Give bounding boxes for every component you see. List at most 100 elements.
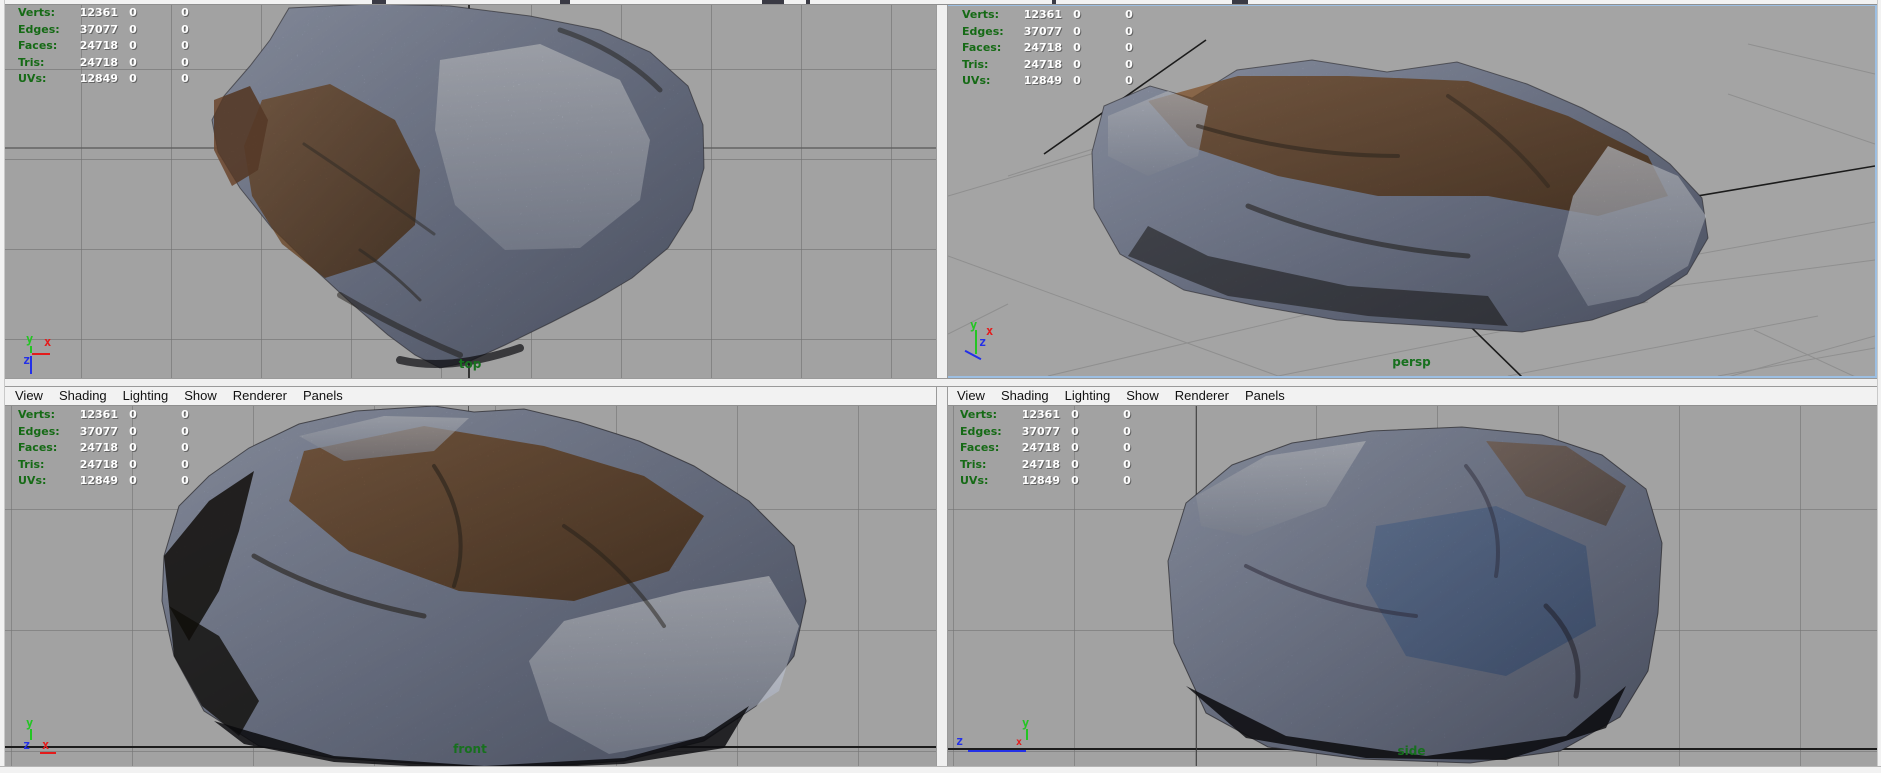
axis-gizmo: y x z <box>16 332 66 378</box>
hud-stat-col3: 0 <box>181 22 189 36</box>
hud-stat-col2: 0 <box>1071 424 1079 438</box>
hud-row: Faces: 24718 0 0 <box>14 441 199 458</box>
hud-stat-label: Faces: <box>962 41 1002 54</box>
clipped-menu-text-fragment <box>806 0 810 4</box>
axis-z-line <box>968 750 1026 752</box>
hud-row: Edges: 37077 0 0 <box>14 425 199 442</box>
menu-item[interactable]: View <box>15 388 43 403</box>
poly-count-hud: Verts: 12361 0 0 Edges: 37077 0 0 Faces:… <box>958 8 1143 91</box>
hud-stat-value: 24718 <box>1023 57 1062 71</box>
maya-four-view-window: Verts: 12361 0 0 Edges: 37077 0 0 Faces:… <box>0 0 1881 773</box>
clipped-menu-text-fragment <box>762 0 784 4</box>
hud-stat-label: UVs: <box>960 474 989 487</box>
clipped-top-menubar <box>0 0 1881 5</box>
axis-x-label: x <box>44 335 52 349</box>
hud-stat-value: 24718 <box>1021 441 1060 454</box>
hud-stat-value: 12361 <box>79 408 118 421</box>
hud-stat-col2: 0 <box>1071 408 1079 421</box>
menu-item[interactable]: Lighting <box>123 388 169 403</box>
hud-stat-label: Edges: <box>18 22 60 36</box>
hud-stat-label: Verts: <box>18 408 56 421</box>
axis-z-label: z <box>23 738 31 752</box>
view-label: side <box>1397 744 1426 758</box>
menu-item[interactable]: Shading <box>1001 388 1049 403</box>
hud-row: Tris: 24718 0 0 <box>958 58 1143 75</box>
menu-item[interactable]: Lighting <box>1065 388 1111 403</box>
view-label: front <box>453 742 487 756</box>
hud-stat-col2: 0 <box>129 55 137 69</box>
window-edge-left <box>0 0 5 773</box>
hud-stat-col3: 0 <box>181 72 189 85</box>
hud-row: Edges: 37077 0 0 <box>958 25 1143 42</box>
hud-stat-label: UVs: <box>18 72 47 85</box>
hud-stat-col3: 0 <box>181 424 189 438</box>
hud-stat-col3: 0 <box>1125 74 1133 87</box>
viewport-divider-horizontal[interactable] <box>0 378 1881 387</box>
hud-row: Verts: 12361 0 0 <box>956 408 1141 425</box>
hud-stat-col2: 0 <box>1073 57 1081 71</box>
hud-row: UVs: 12849 0 0 <box>958 74 1143 91</box>
menu-item[interactable]: Show <box>184 388 217 403</box>
viewport-top[interactable]: Verts: 12361 0 0 Edges: 37077 0 0 Faces:… <box>4 4 936 378</box>
hud-stat-value: 12361 <box>1023 8 1062 21</box>
axis-x-label: x <box>1016 737 1023 748</box>
menu-item[interactable]: Renderer <box>233 388 287 403</box>
viewport-side[interactable]: Verts: 12361 0 0 Edges: 37077 0 0 Faces:… <box>946 406 1877 766</box>
hud-stat-label: Edges: <box>18 424 60 438</box>
hud-stat-value: 24718 <box>79 39 118 52</box>
hud-stat-col2: 0 <box>1071 457 1079 471</box>
hud-stat-col3: 0 <box>1125 8 1133 21</box>
hud-stat-col2: 0 <box>129 424 137 438</box>
clipped-menu-text-fragment <box>560 0 570 4</box>
panel-side: View Shading Lighting Show Renderer Panels Ve… <box>946 385 1877 766</box>
hud-stat-label: Verts: <box>962 8 1000 21</box>
menu-item[interactable]: Show <box>1126 388 1159 403</box>
hud-row: UVs: 12849 0 0 <box>956 474 1141 491</box>
hud-stat-value: 24718 <box>1023 41 1062 54</box>
menu-item[interactable]: Panels <box>1245 388 1285 403</box>
hud-stat-label: Faces: <box>960 441 1000 454</box>
hud-stat-label: UVs: <box>962 74 991 87</box>
view-label: top <box>458 357 482 371</box>
hud-stat-value: 37077 <box>79 424 118 438</box>
menu-item[interactable]: View <box>957 388 985 403</box>
hud-stat-col3: 0 <box>181 441 189 454</box>
menu-item[interactable]: Renderer <box>1175 388 1229 403</box>
hud-stat-col2: 0 <box>129 39 137 52</box>
viewport-front[interactable]: Verts: 12361 0 0 Edges: 37077 0 0 Faces:… <box>4 406 936 766</box>
axis-y-line <box>30 729 32 740</box>
axis-y-line <box>1026 729 1028 740</box>
hud-stat-label: UVs: <box>18 474 47 487</box>
hud-stat-col3: 0 <box>1123 474 1131 487</box>
hud-stat-col2: 0 <box>1073 8 1081 21</box>
hud-row: Edges: 37077 0 0 <box>956 425 1141 442</box>
axis-y-label: y <box>26 332 34 346</box>
axis-x-line <box>32 353 50 355</box>
hud-stat-value: 12361 <box>79 6 118 19</box>
axis-gizmo: y x z <box>962 319 1012 370</box>
viewport-menubar: View Shading Lighting Show Renderer Panels <box>4 385 936 406</box>
poly-count-hud: Verts: 12361 0 0 Edges: 37077 0 0 Faces:… <box>14 408 199 491</box>
hud-row: Faces: 24718 0 0 <box>14 39 199 56</box>
hud-stat-value: 12361 <box>1021 408 1060 421</box>
axis-gizmo: y z x <box>16 716 76 764</box>
hud-stat-col2: 0 <box>1073 74 1081 87</box>
hud-stat-col2: 0 <box>1071 474 1079 487</box>
hud-stat-col2: 0 <box>129 408 137 421</box>
viewport-persp[interactable]: Verts: 12361 0 0 Edges: 37077 0 0 Faces:… <box>946 4 1877 378</box>
hud-stat-value: 24718 <box>79 55 118 69</box>
hud-stat-label: Edges: <box>960 424 1002 438</box>
hud-stat-col2: 0 <box>1073 41 1081 54</box>
axis-y-label: y <box>26 716 34 730</box>
hud-stat-label: Edges: <box>962 24 1004 38</box>
hud-stat-label: Tris: <box>960 457 987 471</box>
hud-stat-col2: 0 <box>1073 24 1081 38</box>
axis-gizmo: y z x <box>952 717 1044 764</box>
hud-stat-value: 37077 <box>1023 24 1062 38</box>
menu-item[interactable]: Shading <box>59 388 107 403</box>
axis-z-line <box>964 349 982 361</box>
hud-stat-label: Tris: <box>962 57 989 71</box>
viewport-menubar: View Shading Lighting Show Renderer Panels <box>946 385 1877 406</box>
hud-row: UVs: 12849 0 0 <box>14 72 199 89</box>
menu-item[interactable]: Panels <box>303 388 343 403</box>
